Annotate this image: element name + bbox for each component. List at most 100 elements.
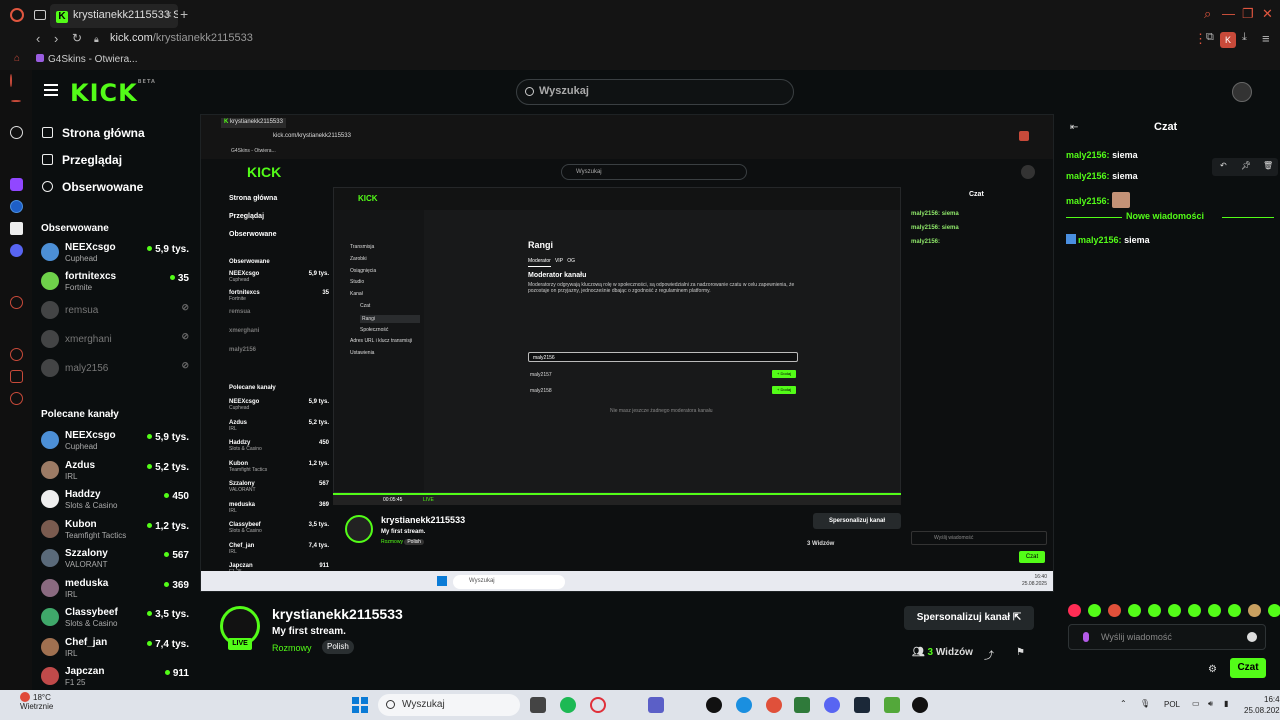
chat-message[interactable]: maly2156: (1066, 192, 1130, 208)
emote-icon[interactable] (1148, 604, 1161, 617)
emote-icon[interactable] (1068, 604, 1081, 617)
media-player-icon[interactable] (706, 697, 722, 713)
user-avatar[interactable] (1232, 82, 1252, 102)
messenger-icon[interactable] (10, 200, 23, 213)
bookmark-g4skins[interactable]: G4Skins - Otwiera... (36, 54, 137, 65)
clock[interactable]: 16:4125.08.2025 (1244, 694, 1280, 716)
emote-icon[interactable] (1168, 604, 1181, 617)
share-icon[interactable]: ⤴ (984, 647, 994, 662)
streamer-name[interactable]: krystianekk2115533 (272, 606, 403, 622)
back-icon[interactable]: ‹ (36, 31, 40, 46)
obs-icon[interactable] (912, 697, 928, 713)
nav-home[interactable]: Strona główna (42, 126, 145, 140)
tab-kick[interactable]: Kkrystianekk2115533 St × (50, 4, 178, 28)
stream-category[interactable]: Rozmowy (272, 643, 312, 653)
url-field[interactable]: kick.com/krystianekk2115533 (110, 32, 253, 44)
chat-message[interactable]: maly2156: siema (1066, 171, 1138, 181)
vortex-icon[interactable] (794, 697, 810, 713)
mic-tray-icon[interactable]: 🎙︎ (1140, 699, 1150, 708)
channel-item[interactable]: xmerghani ⊘ (41, 327, 193, 353)
report-icon[interactable]: ⚑ (1016, 647, 1025, 658)
nav-following[interactable]: Obserwowane (42, 180, 143, 194)
opera-icon[interactable] (10, 8, 24, 22)
chat-send-button[interactable]: Czat (1230, 658, 1266, 678)
search-tabs-icon[interactable]: ⌕ (1204, 6, 1211, 22)
chatgpt-icon[interactable] (10, 126, 23, 139)
discord-taskbar-icon[interactable] (824, 697, 840, 713)
start-icon[interactable] (352, 697, 368, 713)
edge-icon[interactable] (736, 697, 752, 713)
settings-icon[interactable] (10, 392, 23, 405)
emote-icon[interactable] (1248, 604, 1261, 617)
mic-icon[interactable] (1083, 632, 1089, 642)
emote-icon[interactable] (1188, 604, 1201, 617)
network-icon[interactable]: ▭ (1192, 699, 1200, 708)
emote-icon[interactable] (1268, 604, 1280, 617)
channel-item[interactable]: NEEXcsgo Cuphead 5,9 tys. (41, 428, 193, 454)
channel-item[interactable]: fortnitexcs Fortnite 35 (41, 269, 193, 295)
volume-icon[interactable]: 🔊︎ (1208, 699, 1213, 709)
channel-item[interactable]: Chef_jan IRL 7,4 tys. (41, 635, 193, 661)
tiktok-icon[interactable] (10, 222, 23, 235)
chat-settings-icon[interactable]: ⚙ (1208, 664, 1217, 675)
kick-logo[interactable]: KICKBETA (70, 79, 156, 107)
weather-widget[interactable]: 18°C Wietrznie (20, 692, 53, 711)
extensions-sidebar-icon[interactable] (10, 370, 23, 383)
file-explorer-icon[interactable] (530, 697, 546, 713)
collapse-chat-icon[interactable]: ⇤ (1070, 122, 1078, 133)
battery-icon[interactable]: ▮ (1224, 699, 1228, 708)
emote-icon[interactable] (1128, 604, 1141, 617)
teams-icon[interactable] (648, 697, 664, 713)
channel-item[interactable]: Kubon Teamfight Tactics 1,2 tys. (41, 517, 193, 543)
reply-icon[interactable]: ↶ (1220, 161, 1227, 170)
emote-icon[interactable] (1208, 604, 1221, 617)
channel-item[interactable]: Haddzy Slots & Casino 450 (41, 487, 193, 513)
emoji-icon[interactable] (1247, 632, 1257, 642)
pin-message-icon[interactable]: 📌︎ (1241, 161, 1251, 170)
hamburger-icon[interactable] (44, 84, 58, 96)
channel-item[interactable]: Japczan F1 25 911 (41, 664, 193, 690)
forward-icon[interactable]: › (54, 31, 58, 46)
chat-message[interactable]: maly2156: siema (1066, 234, 1150, 245)
chrome-icon[interactable] (766, 697, 782, 713)
close-tab-icon[interactable]: × (166, 9, 172, 21)
emote-icon[interactable] (1228, 604, 1241, 617)
chat-input[interactable]: Wyślij wiadomość (1068, 624, 1266, 650)
channel-item[interactable]: Szzalony VALORANT 567 (41, 546, 193, 572)
channel-item[interactable]: meduska IRL 369 (41, 576, 193, 602)
reload-icon[interactable]: ↻ (72, 31, 82, 45)
game-icon[interactable] (884, 697, 900, 713)
language-indicator[interactable]: POL (1164, 700, 1180, 709)
emote-icon[interactable] (1108, 604, 1121, 617)
delete-icon[interactable]: 🗑︎ (1263, 161, 1273, 170)
language-tag[interactable]: Polish (322, 640, 354, 654)
history-icon[interactable] (10, 348, 23, 361)
profile-icon[interactable]: K (1220, 32, 1236, 48)
close-window-icon[interactable]: ✕ (1262, 6, 1273, 22)
tray-chevron-icon[interactable]: ⌃ (1120, 699, 1127, 708)
channel-item[interactable]: remsua ⊘ (41, 298, 193, 324)
menu-icon[interactable]: ≡ (1262, 31, 1270, 46)
discord-icon[interactable] (10, 244, 23, 257)
maximize-icon[interactable]: ❐ (1242, 6, 1254, 22)
download-icon[interactable]: ⤓ (1242, 31, 1247, 44)
emote-icon[interactable] (1088, 604, 1101, 617)
channel-item[interactable]: maly2156 ⊘ (41, 356, 193, 382)
channel-item[interactable]: Classybeef Slots & Casino 3,5 tys. (41, 605, 193, 631)
twitch-icon[interactable] (10, 178, 23, 191)
nav-browse[interactable]: Przeglądaj (42, 153, 122, 167)
new-tab-icon[interactable]: + (180, 6, 188, 22)
channel-item[interactable]: NEEXcsgo Cuphead 5,9 tys. (41, 240, 193, 266)
spotify-icon[interactable] (560, 697, 576, 713)
search-input[interactable]: Wyszukaj (516, 79, 794, 105)
steam-icon[interactable] (854, 697, 870, 713)
personalize-channel-button[interactable]: Spersonalizuj kanał ⇱ (904, 606, 1034, 630)
extensions-icon[interactable]: ⧉ (1206, 31, 1214, 44)
chat-message[interactable]: maly2156: siema (1066, 150, 1138, 160)
player-icon[interactable] (10, 296, 23, 309)
channel-item[interactable]: Azdus IRL 5,2 tys. (41, 458, 193, 484)
taskbar-search[interactable]: Wyszukaj (378, 694, 520, 716)
tab-view-icon[interactable] (34, 10, 46, 20)
minimize-icon[interactable]: — (1222, 6, 1235, 21)
opera-gx-icon[interactable] (590, 697, 606, 713)
